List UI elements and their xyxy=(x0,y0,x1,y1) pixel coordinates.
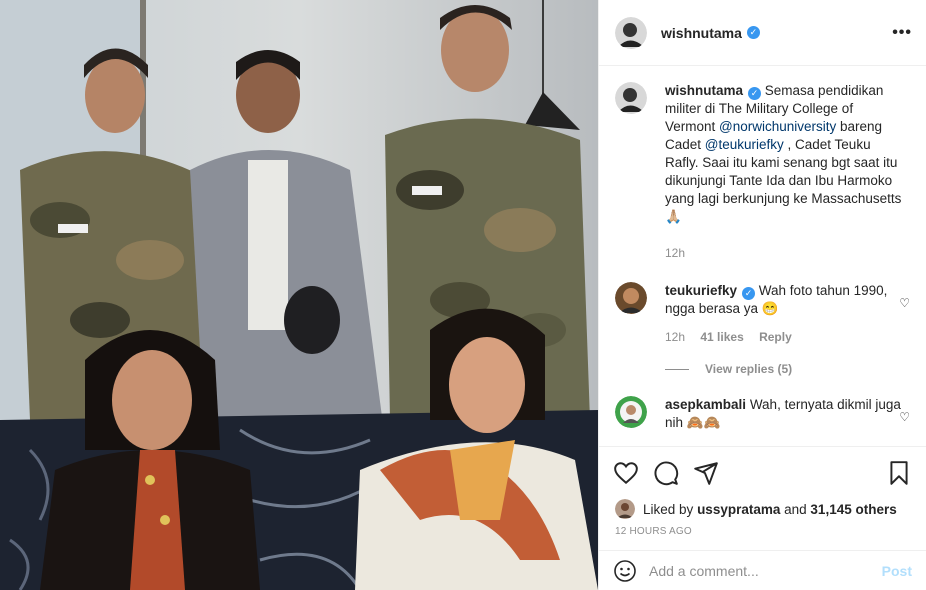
comment-input[interactable] xyxy=(649,562,882,579)
view-replies-label: View replies (5) xyxy=(705,362,793,376)
caption-avatar[interactable] xyxy=(615,82,647,114)
comment-text: asepkambali Wah, ternyata dikmil juga ni… xyxy=(665,396,903,432)
photo-illustration xyxy=(0,0,598,590)
mention-link[interactable]: @teukuriefky xyxy=(705,137,784,152)
caption-text: wishnutama ✓ Semasa pendidikan militer di… xyxy=(665,82,903,226)
comment-meta: 12h 41 likes Reply xyxy=(665,330,910,344)
heart-icon[interactable] xyxy=(613,460,639,486)
verified-badge-icon: ✓ xyxy=(748,87,762,100)
post-header: wishnutama ✓ ••• xyxy=(599,0,926,66)
ellipsis-icon[interactable]: ••• xyxy=(892,24,912,42)
mention-link[interactable]: @norwichuniversity xyxy=(719,119,836,134)
bookmark-icon[interactable] xyxy=(886,460,912,486)
view-replies-button[interactable]: View replies (5) xyxy=(665,362,910,376)
author-username[interactable]: wishnutama xyxy=(661,25,742,41)
comment-text: teukuriefky ✓ Wah foto tahun 1990, ngga b… xyxy=(665,282,903,318)
emoji-icon[interactable] xyxy=(613,559,637,583)
caption-username[interactable]: wishnutama xyxy=(665,83,743,98)
reply-button[interactable]: Reply xyxy=(759,330,792,344)
likes-others-link[interactable]: 31,145 others xyxy=(810,502,896,517)
caption: wishnutama ✓ Semasa pendidikan militer di… xyxy=(615,82,910,226)
verified-badge-icon: ✓ xyxy=(742,287,756,300)
comment-like-heart-icon[interactable]: ♡ xyxy=(899,410,910,424)
post-button[interactable]: Post xyxy=(882,563,912,579)
commenter-username[interactable]: teukuriefky xyxy=(665,283,737,298)
commenter-avatar[interactable] xyxy=(615,396,647,428)
comment-like-heart-icon[interactable]: ♡ xyxy=(899,296,910,310)
liker-avatar[interactable] xyxy=(615,499,635,519)
commenter-avatar[interactable] xyxy=(615,282,647,314)
post-timestamp[interactable]: 12 HOURS AGO xyxy=(599,520,926,550)
divider-line xyxy=(665,368,689,370)
comment-time[interactable]: 12h xyxy=(665,330,685,344)
comments-section[interactable]: wishnutama ✓ Semasa pendidikan militer di… xyxy=(599,66,926,446)
post-sidebar: wishnutama ✓ ••• wishnutama ✓ Semasa pend… xyxy=(598,0,926,590)
instagram-post: wishnutama ✓ ••• wishnutama ✓ Semasa pend… xyxy=(0,0,926,590)
commenter-username[interactable]: asepkambali xyxy=(665,397,746,412)
comment-item: teukuriefky ✓ Wah foto tahun 1990, ngga b… xyxy=(615,282,910,318)
comment-likes[interactable]: 41 likes xyxy=(700,330,743,344)
caption-time[interactable]: 12h xyxy=(665,246,685,260)
likes-summary: Liked by ussypratama and 31,145 others xyxy=(599,498,926,520)
author-avatar[interactable] xyxy=(615,16,647,49)
caption-meta: 12h xyxy=(665,246,910,260)
likes-middle: and xyxy=(784,501,807,517)
post-photo[interactable] xyxy=(0,0,598,590)
verified-badge-icon: ✓ xyxy=(746,26,760,39)
add-comment-bar: Post xyxy=(599,550,926,590)
likes-prefix: Liked by xyxy=(643,501,694,517)
comment-icon[interactable] xyxy=(653,460,679,486)
share-icon[interactable] xyxy=(693,460,719,486)
comment-item: asepkambali Wah, ternyata dikmil juga ni… xyxy=(615,396,910,432)
liker-username[interactable]: ussypratama xyxy=(697,502,780,517)
action-bar xyxy=(599,446,926,498)
